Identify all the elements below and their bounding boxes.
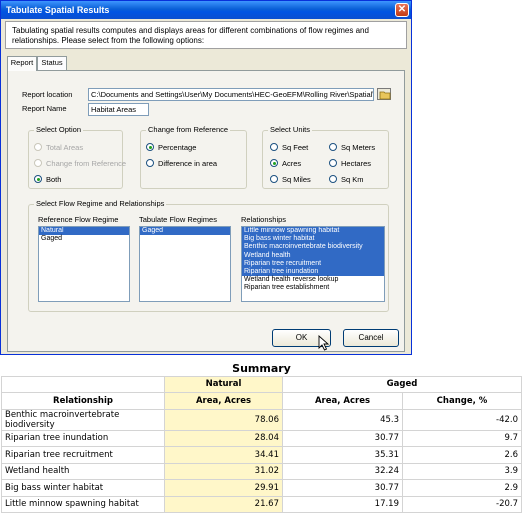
close-icon[interactable]: ✕ [395, 3, 409, 17]
unit-sq-miles[interactable]: Sq Miles [270, 175, 311, 184]
select-option-group: Select Option Total Areas Change from Re… [28, 125, 126, 189]
relationships-list[interactable]: Little minnow spawning habitat Big bass … [241, 226, 385, 302]
option-total-areas[interactable]: Total Areas [34, 143, 83, 152]
gaged-area-cell: 35.31 [282, 446, 403, 464]
summary-title: Summary [232, 361, 291, 375]
gaged-area-cell: 45.3 [282, 408, 403, 431]
option-percentage[interactable]: Percentage [146, 143, 196, 152]
dialog-titlebar[interactable]: Tabulate Spatial Results ✕ [1, 1, 411, 19]
relationship-cell: Riparian tree recruitment [1, 446, 165, 464]
list-item[interactable]: Wetland health [242, 251, 384, 260]
report-location-field[interactable]: C:\Documents and Settings\User\My Docume… [88, 88, 374, 101]
table-row: Riparian tree recruitment 34.41 35.31 2.… [1, 446, 522, 464]
natural-group-header: Natural [164, 375, 283, 393]
report-name-field[interactable]: Habitat Areas [88, 103, 149, 116]
tab-report[interactable]: Report [7, 56, 37, 71]
table-row: Big bass winter habitat 29.91 30.77 2.9 [1, 479, 522, 497]
natural-area-cell: 78.06 [164, 408, 283, 431]
list-item[interactable]: Riparian tree recruitment [242, 259, 384, 269]
flow-regime-group: Select Flow Regime and Relationships Ref… [28, 199, 389, 312]
cancel-button[interactable]: Cancel [343, 329, 399, 347]
change-from-reference-title: Change from Reference [146, 125, 231, 135]
reference-flow-regime-list[interactable]: Natural Gaged [38, 226, 130, 302]
relationship-cell: Wetland health [1, 462, 165, 480]
change-cell: -20.7 [402, 495, 522, 513]
list-item[interactable]: Riparian tree inundation [242, 268, 384, 277]
relationship-cell: Big bass winter habitat [1, 479, 165, 497]
relationship-cell: Benthic macroinvertebrate biodiversity [1, 408, 165, 431]
browse-folder-button[interactable] [377, 88, 391, 100]
empty-header-cell [1, 375, 165, 393]
option-difference-in-area[interactable]: Difference in area [146, 159, 217, 168]
gaged-area-cell: 32.24 [282, 462, 403, 480]
natural-area-cell: 29.91 [164, 479, 283, 497]
select-units-title: Select Units [268, 125, 313, 135]
list-item[interactable]: Natural [39, 227, 129, 236]
intro-text: Tabulating spatial results computes and … [5, 21, 407, 49]
unit-hectares[interactable]: Hectares [329, 159, 371, 168]
relationships-label: Relationships [241, 215, 287, 224]
table-row: Riparian tree inundation 28.04 30.77 9.7 [1, 429, 522, 447]
tabulate-dialog: Tabulate Spatial Results ✕ Tabulating sp… [0, 0, 412, 355]
natural-area-cell: 31.02 [164, 462, 283, 480]
report-location-label: Report location [22, 90, 73, 99]
relationship-cell: Riparian tree inundation [1, 429, 165, 447]
mouse-cursor-icon [318, 335, 330, 351]
natural-area-cell: 28.04 [164, 429, 283, 447]
dialog-title: Tabulate Spatial Results [6, 5, 110, 15]
change-cell: 3.9 [402, 462, 522, 480]
list-item[interactable]: Riparian tree establishment [242, 284, 384, 292]
unit-sq-meters[interactable]: Sq Meters [329, 143, 375, 152]
table-row: Benthic macroinvertebrate biodiversity 7… [1, 408, 522, 431]
select-units-group: Select Units Sq Feet Sq Meters Acres Hec… [262, 125, 389, 189]
select-option-title: Select Option [34, 125, 84, 135]
change-column-header: Change, % [402, 392, 522, 410]
option-change-from-reference[interactable]: Change from Reference [34, 159, 126, 168]
gaged-group-header: Gaged [282, 375, 522, 393]
change-from-reference-group: Change from Reference Percentage Differe… [140, 125, 247, 189]
change-cell: 2.6 [402, 446, 522, 464]
list-item[interactable]: Wetland health reverse lookup [242, 276, 384, 284]
unit-sq-km[interactable]: Sq Km [329, 175, 364, 184]
report-name-label: Report Name [22, 104, 67, 113]
flow-regime-title: Select Flow Regime and Relationships [34, 199, 167, 209]
gaged-area-cell: 30.77 [282, 479, 403, 497]
change-cell: 2.9 [402, 479, 522, 497]
list-item[interactable]: Little minnow spawning habitat [242, 227, 384, 236]
gaged-area-cell: 17.19 [282, 495, 403, 513]
list-item[interactable]: Gaged [140, 227, 230, 236]
reference-flow-regime-label: Reference Flow Regime [38, 215, 119, 224]
unit-sq-feet[interactable]: Sq Feet [270, 143, 308, 152]
relationship-cell: Little minnow spawning habitat [1, 495, 165, 513]
summary-table: Summary Natural Gaged Relationship Area,… [1, 361, 522, 513]
natural-area-cell: 34.41 [164, 446, 283, 464]
gaged-area-column-header: Area, Acres [282, 392, 403, 410]
list-item[interactable]: Big bass winter habitat [242, 235, 384, 244]
option-both[interactable]: Both [34, 175, 61, 184]
natural-area-cell: 21.67 [164, 495, 283, 513]
list-item[interactable]: Benthic macroinvertebrate biodiversity [242, 243, 384, 252]
gaged-area-cell: 30.77 [282, 429, 403, 447]
tabulate-flow-regimes-list[interactable]: Gaged [139, 226, 231, 302]
tabulate-flow-regimes-label: Tabulate Flow Regimes [139, 215, 217, 224]
table-row: Wetland health 31.02 32.24 3.9 [1, 462, 522, 480]
natural-area-column-header: Area, Acres [164, 392, 283, 410]
table-row: Little minnow spawning habitat 21.67 17.… [1, 495, 522, 513]
list-item[interactable]: Gaged [39, 235, 129, 243]
change-cell: -42.0 [402, 408, 522, 431]
unit-acres[interactable]: Acres [270, 159, 301, 168]
folder-icon [379, 91, 391, 100]
change-cell: 9.7 [402, 429, 522, 447]
tab-status[interactable]: Status [37, 56, 67, 70]
report-tab-panel: Report location C:\Documents and Setting… [7, 70, 405, 352]
relationship-column-header: Relationship [1, 392, 165, 410]
